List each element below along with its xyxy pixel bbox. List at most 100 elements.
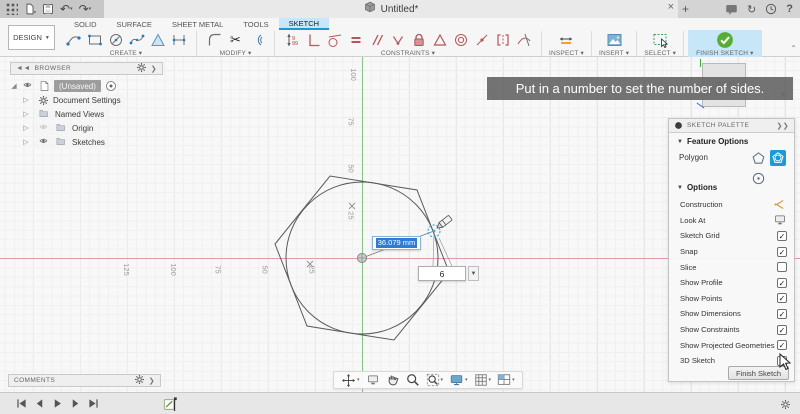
offset-icon[interactable]: [246, 31, 267, 49]
chevron-down-icon[interactable]: ▾: [489, 377, 492, 383]
ribbon-collapse-icon[interactable]: ⌃: [790, 44, 797, 53]
expander-icon[interactable]: ▷: [22, 110, 30, 118]
expand-right-icon[interactable]: ❯: [151, 65, 157, 73]
viewports-button[interactable]: ▾: [495, 373, 517, 387]
concentric-icon[interactable]: [450, 31, 471, 49]
measure-icon[interactable]: [556, 31, 577, 49]
browser-item-sketches[interactable]: ▷Sketches: [10, 135, 163, 149]
browser-item-document-settings[interactable]: ▷Document Settings: [10, 93, 163, 107]
palette-option-construction[interactable]: Construction: [669, 197, 796, 213]
rectangle-icon[interactable]: [84, 31, 105, 49]
gear-icon[interactable]: [780, 399, 791, 410]
sketch-dimension-icon[interactable]: 999: [282, 31, 303, 49]
sides-dropdown-button[interactable]: ▼: [468, 266, 479, 281]
expander-icon[interactable]: ▷: [22, 138, 30, 146]
folder-icon[interactable]: [55, 137, 68, 148]
trim-icon[interactable]: ✂: [225, 31, 246, 49]
app-grid-icon[interactable]: [6, 3, 18, 15]
ribbon-tab-surface[interactable]: SURFACE: [107, 18, 162, 30]
comments-panel-header[interactable]: COMMENTS ❯: [8, 374, 161, 387]
undo-icon[interactable]: ↶▾: [60, 3, 73, 15]
document-root-label[interactable]: (Unsaved): [54, 80, 101, 92]
palette-option-show-constraints[interactable]: Show Constraints✓: [669, 322, 796, 338]
browser-item-named-views[interactable]: ▷Named Views: [10, 107, 163, 121]
sides-input[interactable]: 6: [418, 266, 466, 281]
group-label-constraints[interactable]: CONSTRAINTS ▾: [381, 49, 435, 57]
gear-icon[interactable]: [38, 95, 49, 106]
checkbox-show-dimensions[interactable]: ✓: [777, 309, 787, 319]
grid-display-icon[interactable]: [474, 373, 488, 387]
expander-icon[interactable]: ◢: [10, 82, 18, 90]
checkbox-show-constraints[interactable]: ✓: [777, 325, 787, 335]
orbit-button[interactable]: ▾: [339, 373, 362, 388]
group-label-insert[interactable]: INSERT ▾: [599, 49, 629, 57]
display-settings-icon[interactable]: [449, 374, 464, 387]
ribbon-tab-tools[interactable]: TOOLS: [233, 18, 278, 30]
checkbox-snap[interactable]: ✓: [777, 247, 787, 257]
chevron-down-icon[interactable]: ▾: [512, 377, 515, 383]
ribbon-tab-sketch[interactable]: SKETCH: [279, 18, 329, 30]
folder-icon[interactable]: [38, 109, 51, 120]
select-cursor-icon[interactable]: [650, 31, 671, 49]
insert-image-icon[interactable]: [604, 31, 625, 49]
zoom-button[interactable]: [404, 373, 422, 387]
gear-icon[interactable]: [136, 62, 147, 75]
checkbox-sketch-grid[interactable]: ✓: [777, 231, 787, 241]
circle-icon[interactable]: [105, 31, 126, 49]
coincident-icon[interactable]: [471, 31, 492, 49]
orbit-icon[interactable]: [341, 373, 356, 388]
pan-icon[interactable]: [386, 373, 400, 387]
expand-right-icon[interactable]: ❯❯: [776, 122, 789, 130]
eye-icon[interactable]: [22, 81, 35, 92]
group-label-modify[interactable]: MODIFY ▾: [220, 49, 252, 57]
checkbox-show-points[interactable]: ✓: [777, 293, 787, 303]
collinear-icon[interactable]: [429, 31, 450, 49]
slot-icon[interactable]: [168, 31, 189, 49]
new-tab-button[interactable]: +: [682, 0, 689, 18]
chevron-down-icon[interactable]: ▾: [441, 377, 444, 383]
palette-option-sketch-grid[interactable]: Sketch Grid✓: [669, 228, 796, 244]
group-label-select[interactable]: SELECT ▾: [644, 49, 676, 57]
construction-icon[interactable]: [772, 198, 787, 211]
play-icon[interactable]: [52, 398, 63, 409]
help-icon[interactable]: ?: [786, 3, 793, 15]
design-workspace-menu[interactable]: DESIGN ▼: [8, 25, 55, 50]
palette-option-show-projected-geometries[interactable]: Show Projected Geometries✓: [669, 337, 796, 353]
fillet-icon[interactable]: [204, 31, 225, 49]
parallel-icon[interactable]: [366, 31, 387, 49]
group-label-create[interactable]: CREATE ▾: [110, 49, 143, 57]
gear-icon[interactable]: [134, 374, 145, 387]
viewports-icon[interactable]: [497, 373, 511, 387]
checkbox-3d-sketch[interactable]: [777, 356, 787, 366]
section-collapse-icon[interactable]: ▼: [677, 185, 683, 191]
palette-option-slice[interactable]: Slice: [669, 259, 796, 275]
expand-right-icon[interactable]: ❯: [149, 377, 155, 385]
look-at-icon[interactable]: [366, 374, 380, 386]
palette-option-show-dimensions[interactable]: Show Dimensions✓: [669, 306, 796, 322]
eye-icon[interactable]: [38, 137, 51, 148]
document-tab[interactable]: Untitled* ×: [104, 0, 678, 18]
browser-root-row[interactable]: ◢ (Unsaved): [10, 79, 163, 93]
options-section[interactable]: ▼ Options: [677, 183, 717, 192]
edge-polygon-icon[interactable]: [750, 170, 766, 186]
group-label-inspect[interactable]: INSPECT ▾: [549, 49, 584, 57]
checkbox-show-profile[interactable]: ✓: [777, 278, 787, 288]
grid-display-button[interactable]: ▾: [472, 373, 494, 387]
palette-option-look-at[interactable]: Look At: [669, 213, 796, 229]
zoom-window-button[interactable]: ▾: [424, 373, 446, 387]
palette-option-show-points[interactable]: Show Points✓: [669, 291, 796, 307]
sketch-feature-icon[interactable]: [163, 396, 177, 412]
palette-option-snap[interactable]: Snap✓: [669, 244, 796, 260]
history-icon[interactable]: [765, 3, 777, 15]
zoom-window-icon[interactable]: [426, 373, 440, 387]
pan-button[interactable]: [384, 373, 402, 387]
step-back-icon[interactable]: [34, 398, 45, 409]
equal-icon[interactable]: [345, 31, 366, 49]
palette-option-show-profile[interactable]: Show Profile✓: [669, 275, 796, 291]
dimension-input[interactable]: 36.079 mm: [372, 236, 421, 250]
chevron-down-icon[interactable]: ▾: [465, 377, 468, 383]
browser-item-origin[interactable]: ▷Origin: [10, 121, 163, 135]
close-tab-icon[interactable]: ×: [668, 1, 674, 13]
step-forward-icon[interactable]: [70, 398, 81, 409]
collapse-left-icon[interactable]: ◄◄: [16, 65, 31, 72]
